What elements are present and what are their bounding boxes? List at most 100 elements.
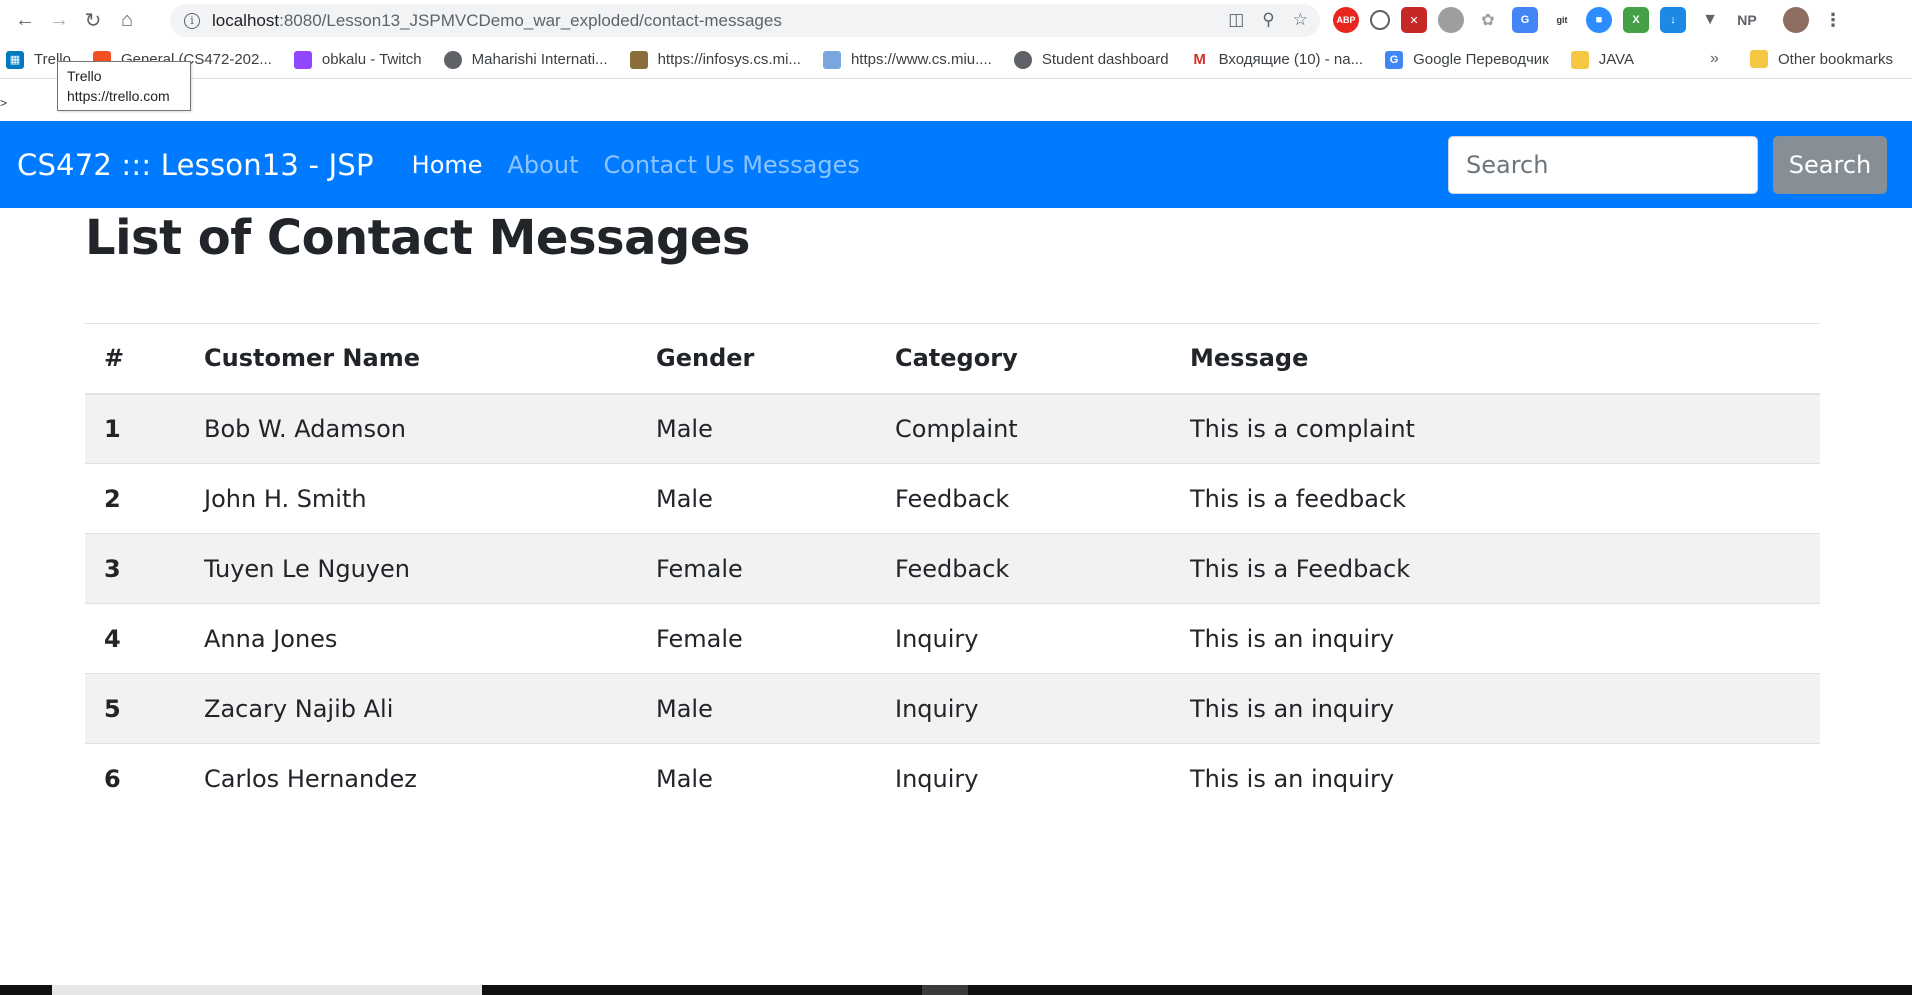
customer-name-cell: Bob W. Adamson bbox=[185, 393, 637, 464]
column-header-customer-name: Customer Name bbox=[185, 323, 637, 395]
translate-icon: G bbox=[1385, 50, 1404, 69]
url-text[interactable]: localhost:8080/Lesson13_JSPMVCDemo_war_e… bbox=[212, 11, 782, 31]
row-index: 2 bbox=[85, 463, 185, 534]
message-cell: This is a Feedback bbox=[1171, 533, 1820, 604]
category-cell: Feedback bbox=[876, 533, 1171, 604]
address-bar[interactable]: i localhost:8080/Lesson13_JSPMVCDemo_war… bbox=[170, 4, 1320, 37]
vpn-icon[interactable]: ▼ bbox=[1697, 7, 1723, 33]
nav-link-home[interactable]: Home bbox=[412, 151, 483, 179]
customer-name-cell: Zacary Najib Ali bbox=[185, 673, 637, 744]
gender-cell: Female bbox=[637, 533, 876, 604]
table-row: 4 Anna Jones Female Inquiry This is an i… bbox=[85, 603, 1820, 674]
cursor-icon: > bbox=[0, 96, 8, 110]
bookmark-item[interactable]: Maharishi Internati... bbox=[443, 50, 608, 69]
page-top-gap: > bbox=[0, 79, 1912, 121]
back-arrow-icon[interactable]: ← bbox=[8, 4, 42, 38]
bookmark-item[interactable]: JAVA bbox=[1570, 50, 1634, 69]
message-cell: This is a feedback bbox=[1171, 463, 1820, 534]
zoom-app-icon[interactable]: ■ bbox=[1586, 7, 1612, 33]
avatar[interactable] bbox=[1783, 7, 1809, 33]
google-translate-icon[interactable]: G bbox=[1512, 7, 1538, 33]
table-row: 6 Carlos Hernandez Male Inquiry This is … bbox=[85, 743, 1820, 814]
trello-icon: ▦ bbox=[6, 50, 24, 69]
folder-icon bbox=[1570, 50, 1589, 69]
message-cell: This is an inquiry bbox=[1171, 673, 1820, 744]
search-button[interactable]: Search bbox=[1773, 136, 1887, 194]
page-icon bbox=[629, 50, 648, 69]
nav-link-contact-messages[interactable]: Contact Us Messages bbox=[603, 151, 859, 179]
page-title: List of Contact Messages bbox=[85, 210, 751, 266]
table-row: 3 Tuyen Le Nguyen Female Feedback This i… bbox=[85, 533, 1820, 604]
other-bookmarks[interactable]: Other bookmarks bbox=[1750, 50, 1893, 68]
excel-icon[interactable]: X bbox=[1623, 7, 1649, 33]
paw-icon[interactable]: ✿ bbox=[1475, 7, 1501, 33]
table-row: 5 Zacary Najib Ali Male Inquiry This is … bbox=[85, 673, 1820, 744]
gender-cell: Male bbox=[637, 673, 876, 744]
customer-name-cell: Tuyen Le Nguyen bbox=[185, 533, 637, 604]
row-index: 5 bbox=[85, 673, 185, 744]
menu-dots-icon[interactable]: ⋮ bbox=[1820, 7, 1846, 33]
row-index: 3 bbox=[85, 533, 185, 604]
bookmarks-bar: ▦ Trello General (CS472-202... obkalu - T… bbox=[0, 41, 1912, 79]
gender-cell: Male bbox=[637, 743, 876, 814]
customer-name-cell: John H. Smith bbox=[185, 463, 637, 534]
bookmark-item[interactable]: obkalu - Twitch bbox=[293, 50, 422, 69]
nav-link-about[interactable]: About bbox=[508, 151, 579, 179]
page-icon bbox=[822, 50, 841, 69]
bookmark-tooltip: Trello https://trello.com bbox=[57, 61, 191, 111]
column-header-gender: Gender bbox=[637, 323, 876, 395]
customer-name-cell: Anna Jones bbox=[185, 603, 637, 674]
search-input[interactable] bbox=[1448, 136, 1758, 194]
bookmark-item[interactable]: https://www.cs.miu.... bbox=[822, 50, 992, 69]
shield-x-icon[interactable]: ✕ bbox=[1401, 7, 1427, 33]
table-row: 2 John H. Smith Male Feedback This is a … bbox=[85, 463, 1820, 534]
zoom-icon[interactable]: ⚲ bbox=[1262, 10, 1274, 30]
forward-arrow-icon[interactable]: → bbox=[42, 4, 76, 38]
contact-messages-table: # Customer Name Gender Category Message … bbox=[85, 323, 1820, 814]
row-index: 6 bbox=[85, 743, 185, 814]
main-content: List of Contact Messages # Customer Name… bbox=[0, 210, 1912, 814]
os-taskbar bbox=[0, 985, 1912, 995]
globe-icon bbox=[1013, 50, 1032, 69]
column-header-category: Category bbox=[876, 323, 1171, 395]
home-icon[interactable]: ⌂ bbox=[110, 4, 144, 38]
column-header-index: # bbox=[85, 323, 185, 395]
taskbar-app[interactable] bbox=[922, 985, 968, 995]
globe-icon bbox=[443, 50, 462, 69]
row-index: 4 bbox=[85, 603, 185, 674]
tooltip-title: Trello bbox=[67, 68, 102, 84]
bookmark-item[interactable]: M Входящие (10) - na... bbox=[1190, 50, 1363, 69]
table-row: 1 Bob W. Adamson Male Complaint This is … bbox=[85, 393, 1820, 464]
message-cell: This is an inquiry bbox=[1171, 603, 1820, 674]
category-cell: Inquiry bbox=[876, 673, 1171, 744]
gitzip-icon[interactable]: git bbox=[1549, 7, 1575, 33]
gender-cell: Female bbox=[637, 603, 876, 674]
bookmark-item[interactable]: Student dashboard bbox=[1013, 50, 1169, 69]
column-header-message: Message bbox=[1171, 323, 1820, 395]
category-cell: Feedback bbox=[876, 463, 1171, 534]
more-bookmarks-chevron-icon[interactable]: » bbox=[1710, 50, 1719, 68]
taskbar-search[interactable] bbox=[52, 985, 482, 995]
gender-cell: Male bbox=[637, 463, 876, 534]
app-navbar: CS472 ::: Lesson13 - JSP Home About Cont… bbox=[0, 121, 1912, 208]
adblock-icon[interactable]: ABP bbox=[1333, 7, 1359, 33]
np-icon[interactable]: NP bbox=[1734, 7, 1760, 33]
twitch-icon bbox=[293, 50, 312, 69]
bookmark-item[interactable]: G Google Переводчик bbox=[1385, 50, 1549, 69]
row-index: 1 bbox=[85, 393, 185, 464]
translate-page-icon[interactable]: ◫ bbox=[1228, 10, 1244, 30]
table-header-row: # Customer Name Gender Category Message bbox=[85, 323, 1820, 395]
gender-cell: Male bbox=[637, 393, 876, 464]
navbar-brand[interactable]: CS472 ::: Lesson13 - JSP bbox=[17, 148, 374, 182]
message-cell: This is an inquiry bbox=[1171, 743, 1820, 814]
reload-icon[interactable]: ↻ bbox=[76, 4, 110, 38]
message-cell: This is a complaint bbox=[1171, 393, 1820, 464]
record-icon[interactable] bbox=[1370, 10, 1390, 30]
download-icon[interactable]: ↓ bbox=[1660, 7, 1686, 33]
bookmark-item[interactable]: https://infosys.cs.mi... bbox=[629, 50, 801, 69]
site-info-icon[interactable]: i bbox=[184, 12, 200, 29]
category-cell: Inquiry bbox=[876, 603, 1171, 674]
apple-icon[interactable] bbox=[1438, 7, 1464, 33]
customer-name-cell: Carlos Hernandez bbox=[185, 743, 637, 814]
bookmark-star-icon[interactable]: ☆ bbox=[1293, 10, 1308, 30]
